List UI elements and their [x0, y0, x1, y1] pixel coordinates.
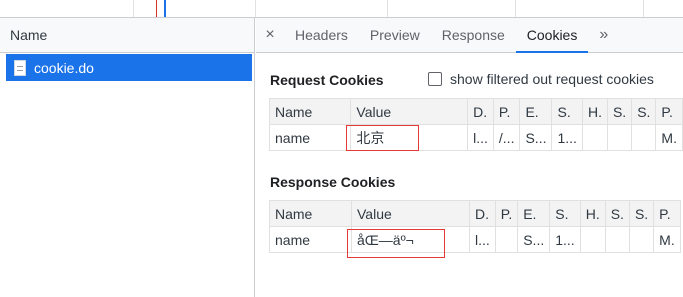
cookie-domain-cell: l...	[467, 124, 494, 151]
filter-checkbox[interactable]	[428, 72, 442, 86]
column-header-httponly[interactable]: H.	[581, 98, 608, 125]
document-icon	[14, 59, 26, 76]
response-value-highlight-box	[347, 229, 445, 258]
column-header-value[interactable]: Value	[350, 98, 469, 125]
filter-checkbox-label: show filtered out request cookies	[450, 71, 654, 87]
table-row[interactable]: name 北京 l... /... S... 1... M.	[268, 124, 683, 151]
column-header-samesite[interactable]: S.	[628, 200, 655, 227]
column-header-priority[interactable]: P.	[653, 200, 681, 227]
cookie-path-cell	[494, 226, 519, 253]
cookie-samesite-cell	[628, 226, 655, 253]
column-header-expires[interactable]: E.	[517, 200, 551, 227]
cookie-name-cell: name	[268, 124, 352, 151]
column-header-name[interactable]: Name	[268, 98, 352, 125]
timeline-gridline	[133, 0, 134, 17]
cookie-httponly-cell	[581, 124, 608, 151]
cookie-priority-cell: M.	[655, 124, 683, 151]
column-header-value[interactable]: Value	[351, 200, 470, 227]
timeline-gridline	[515, 0, 516, 17]
cookie-expires-cell: S...	[517, 226, 551, 253]
cookie-secure-cell	[606, 124, 633, 151]
cookie-size-cell: 1...	[549, 226, 581, 253]
cookie-httponly-cell	[579, 226, 606, 253]
request-row-cookie-do[interactable]: cookie.do	[6, 54, 252, 81]
show-filtered-cookies-toggle[interactable]: show filtered out request cookies	[428, 71, 654, 87]
cookie-size-cell: 1...	[551, 124, 583, 151]
column-header-domain[interactable]: D.	[467, 98, 494, 125]
tab-preview[interactable]: Preview	[359, 18, 431, 53]
details-tab-bar: × Headers Preview Response Cookies »	[256, 18, 683, 53]
timeline-gridline	[387, 0, 388, 17]
column-header-path[interactable]: P.	[494, 200, 519, 227]
column-header-httponly[interactable]: H.	[579, 200, 606, 227]
more-tabs-icon[interactable]: »	[588, 26, 608, 44]
timeline-gridline	[643, 0, 644, 17]
request-name: cookie.do	[34, 59, 94, 76]
response-cookies-title: Response Cookies	[270, 174, 396, 190]
tab-cookies[interactable]: Cookies	[515, 18, 589, 53]
table-header-row: Name Value D. P. E. S. H. S. S. P.	[268, 98, 683, 125]
column-header-expires[interactable]: E.	[519, 98, 553, 125]
cookie-samesite-cell	[631, 124, 657, 151]
request-list-pane: Name cookie.do	[0, 18, 255, 297]
column-header-secure[interactable]: S.	[604, 200, 630, 227]
load-event-marker	[156, 0, 157, 17]
response-cookies-table: Name Value D. P. E. S. H. S. S. P. name …	[269, 200, 681, 253]
request-value-highlight-box	[346, 125, 419, 151]
column-header-secure[interactable]: S.	[606, 98, 633, 125]
cookie-priority-cell: M.	[653, 226, 681, 253]
table-row[interactable]: name åŒ—äº¬ l... S... 1... M.	[269, 226, 681, 253]
column-header-size[interactable]: S.	[551, 98, 583, 125]
cookie-expires-cell: S...	[519, 124, 553, 151]
dom-content-loaded-marker	[164, 0, 166, 17]
name-column-header[interactable]: Name	[0, 18, 254, 53]
column-header-priority[interactable]: P.	[655, 98, 683, 125]
tab-headers[interactable]: Headers	[284, 18, 359, 53]
cookie-path-cell: /...	[492, 124, 521, 151]
close-icon[interactable]: ×	[256, 26, 284, 44]
column-header-domain[interactable]: D.	[469, 200, 496, 227]
table-header-row: Name Value D. P. E. S. H. S. S. P.	[269, 200, 681, 227]
request-cookies-table: Name Value D. P. E. S. H. S. S. P. name …	[268, 98, 683, 151]
request-cookies-title: Request Cookies	[270, 72, 384, 88]
request-details-pane: × Headers Preview Response Cookies » Req…	[256, 18, 683, 297]
column-header-name[interactable]: Name	[269, 200, 352, 227]
column-header-samesite[interactable]: S.	[631, 98, 657, 125]
cookie-domain-cell: l...	[469, 226, 496, 253]
tab-response[interactable]: Response	[431, 18, 516, 53]
cookie-name-cell: name	[269, 226, 352, 253]
column-header-path[interactable]: P.	[492, 98, 521, 125]
network-timeline-overview[interactable]	[0, 0, 683, 18]
cookie-secure-cell	[604, 226, 630, 253]
timeline-gridline	[255, 0, 256, 17]
column-header-size[interactable]: S.	[549, 200, 581, 227]
